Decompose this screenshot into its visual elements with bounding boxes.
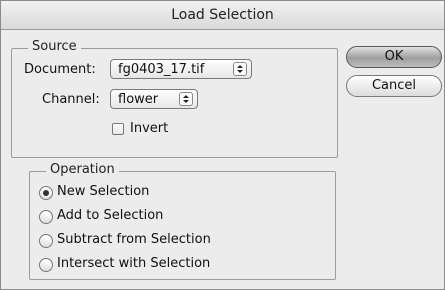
dialog-title: Load Selection bbox=[1, 1, 444, 30]
source-group: Source Document: fg0403_17.tif Channel: … bbox=[11, 39, 338, 158]
radio-add-to-selection[interactable] bbox=[39, 210, 53, 224]
option-label-intersect-with-selection: Intersect with Selection bbox=[57, 256, 211, 271]
document-value: fg0403_17.tif bbox=[118, 62, 205, 77]
operation-group: Operation New Selection Add to Selection… bbox=[29, 162, 336, 280]
option-label-new-selection: New Selection bbox=[57, 184, 150, 199]
channel-label: Channel: bbox=[42, 92, 100, 107]
load-selection-dialog: Load Selection Source Document: fg0403_1… bbox=[0, 0, 445, 290]
document-popup[interactable]: fg0403_17.tif bbox=[110, 59, 252, 79]
channel-value: flower bbox=[118, 92, 159, 107]
operation-legend: Operation bbox=[46, 162, 119, 177]
invert-label: Invert bbox=[130, 121, 169, 136]
option-label-subtract-from-selection: Subtract from Selection bbox=[57, 232, 211, 247]
invert-checkbox[interactable] bbox=[112, 123, 124, 135]
source-legend: Source bbox=[28, 39, 81, 54]
ok-button[interactable]: OK bbox=[346, 46, 442, 68]
radio-subtract-from-selection[interactable] bbox=[39, 234, 53, 248]
radio-new-selection[interactable] bbox=[39, 186, 53, 200]
document-label: Document: bbox=[24, 62, 96, 77]
popup-arrows-icon bbox=[233, 62, 247, 76]
channel-popup[interactable]: flower bbox=[110, 89, 198, 109]
radio-intersect-with-selection[interactable] bbox=[39, 258, 53, 272]
option-label-add-to-selection: Add to Selection bbox=[57, 208, 164, 223]
popup-arrows-icon bbox=[179, 92, 193, 106]
cancel-button[interactable]: Cancel bbox=[346, 75, 442, 97]
